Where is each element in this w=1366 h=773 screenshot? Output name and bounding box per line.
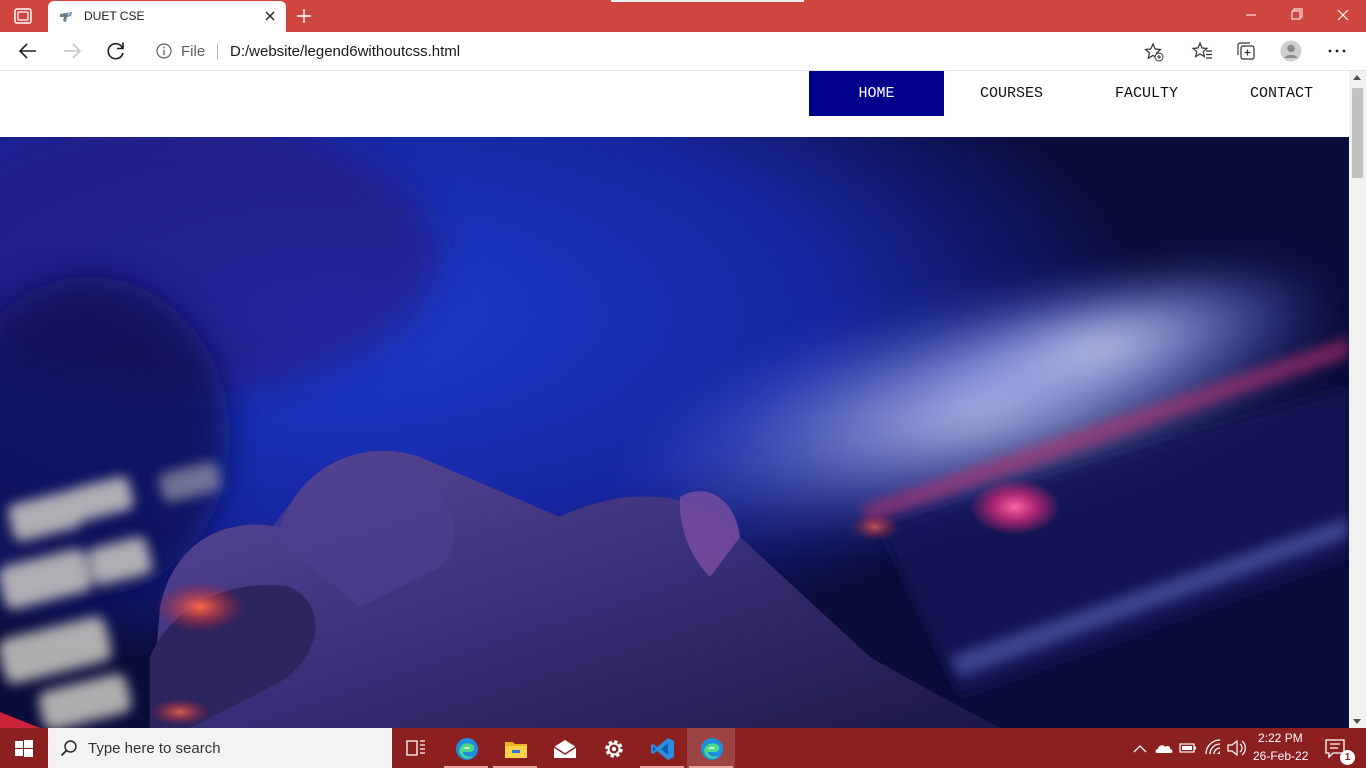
- task-view-button[interactable]: [392, 728, 440, 768]
- notification-count-badge: 1: [1340, 750, 1355, 765]
- show-hidden-icons-chevron-icon[interactable]: [1130, 728, 1150, 768]
- taskbar-edge-active-button[interactable]: [687, 728, 735, 768]
- restore-button[interactable]: [1274, 0, 1320, 30]
- windows-taskbar: Type here to search 2:22 PM 26-Feb-22 1: [0, 728, 1366, 768]
- edge-icon: [701, 738, 723, 760]
- divider: [217, 43, 218, 60]
- info-icon[interactable]: [156, 43, 172, 59]
- start-button[interactable]: [0, 728, 48, 768]
- onedrive-cloud-icon[interactable]: [1154, 728, 1174, 768]
- search-placeholder: Type here to search: [88, 740, 221, 757]
- taskbar-settings-button[interactable]: [589, 728, 637, 768]
- restore-icon: [1291, 8, 1303, 20]
- web-page: HOME COURSES FACULTY CONTACT: [0, 71, 1349, 728]
- close-icon: [1337, 9, 1349, 21]
- favorites-icon[interactable]: [1191, 40, 1213, 62]
- close-tab-icon[interactable]: [263, 9, 277, 23]
- scroll-up-arrow[interactable]: [1353, 75, 1361, 80]
- browser-toolbar: File D:/website/legend6withoutcss.html: [0, 32, 1366, 71]
- refresh-icon[interactable]: [104, 39, 128, 63]
- volume-icon[interactable]: [1226, 728, 1246, 768]
- clock-time[interactable]: 2:22 PM: [1258, 731, 1303, 745]
- drag-region: [611, 0, 804, 2]
- minimize-button[interactable]: [1228, 0, 1274, 30]
- taskbar-file-explorer-button[interactable]: [491, 728, 539, 768]
- settings-icon: [605, 740, 623, 758]
- tab-actions-icon[interactable]: [14, 8, 32, 24]
- hero-image: [0, 137, 1349, 728]
- windows-logo-icon: [15, 740, 33, 757]
- clock-date[interactable]: 26-Feb-22: [1253, 749, 1308, 763]
- scroll-down-arrow[interactable]: [1353, 719, 1361, 724]
- browser-titlebar: DUET CSE: [0, 0, 1366, 32]
- address-bar[interactable]: File D:/website/legend6withoutcss.html: [144, 36, 1180, 66]
- site-navigation: HOME COURSES FACULTY CONTACT: [809, 71, 1349, 116]
- action-center-button[interactable]: 1: [1316, 728, 1366, 768]
- wifi-icon[interactable]: [1203, 728, 1223, 768]
- vscode-icon: [651, 738, 674, 760]
- more-options-icon[interactable]: [1326, 40, 1348, 62]
- url-scheme: File: [181, 43, 206, 60]
- taskbar-search-box[interactable]: Type here to search: [48, 728, 392, 768]
- profile-avatar-icon[interactable]: [1280, 40, 1302, 62]
- taskbar-edge-button[interactable]: [442, 728, 490, 768]
- minimize-icon: [1246, 14, 1256, 16]
- mail-icon: [553, 740, 577, 758]
- battery-icon[interactable]: [1178, 728, 1198, 768]
- file-explorer-icon: [505, 742, 527, 758]
- page-scrollbar[interactable]: [1349, 71, 1366, 728]
- close-window-button[interactable]: [1320, 0, 1366, 30]
- scroll-thumb[interactable]: [1352, 88, 1363, 178]
- search-icon: [60, 740, 77, 757]
- new-tab-icon[interactable]: [294, 6, 314, 26]
- collections-icon[interactable]: [1235, 40, 1257, 62]
- nav-courses-link[interactable]: COURSES: [944, 71, 1079, 116]
- nav-faculty-link[interactable]: FACULTY: [1079, 71, 1214, 116]
- edge-icon: [456, 738, 478, 760]
- hand-on-keyboard-photo: [0, 137, 1349, 728]
- task-view-icon: [406, 740, 425, 756]
- nav-home-link[interactable]: HOME: [809, 71, 944, 116]
- forward-icon[interactable]: [60, 39, 84, 63]
- add-favorite-icon[interactable]: [1144, 42, 1164, 62]
- taskbar-mail-button[interactable]: [540, 728, 588, 768]
- back-icon[interactable]: [16, 39, 40, 63]
- tab-title: DUET CSE: [84, 9, 145, 23]
- nav-contact-link[interactable]: CONTACT: [1214, 71, 1349, 116]
- site-favicon-icon: [60, 12, 72, 22]
- taskbar-vscode-button[interactable]: [638, 728, 686, 768]
- url-text[interactable]: D:/website/legend6withoutcss.html: [230, 43, 460, 60]
- browser-tab[interactable]: DUET CSE: [48, 1, 286, 32]
